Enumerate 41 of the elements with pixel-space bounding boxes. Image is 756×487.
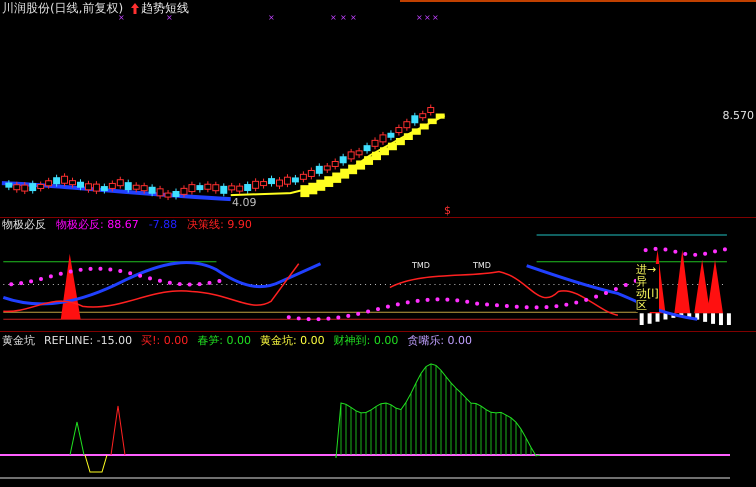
signal-marker: × [416,14,423,22]
indicator-value: 物极必反: 88.67 [56,219,139,230]
up-arrow-icon [131,2,140,14]
indicator-value: 买!: 0.00 [141,334,188,346]
signal-marker: × [330,14,337,22]
signal-peak [694,260,710,314]
signal-marker: × [432,14,439,22]
chart-title: 川润股份(日线,前复权) [2,2,124,14]
signal-spike [110,406,126,456]
trend-block [340,168,350,179]
signal-marker: × [340,14,347,22]
signal-tag: TMD [412,262,430,270]
indicator-value: 财神到: 0.00 [334,334,398,346]
signal-spike [70,422,84,456]
indicator-name: 趋势短线 [141,2,190,14]
price-label: 8.570 [722,110,754,121]
side-label: 区 [636,300,659,312]
signal-tag: TMD [473,262,491,270]
panel-name: 物极必反 [2,219,46,230]
signal-marker: × [268,14,275,22]
indicator-value: 春笋: 0.00 [197,334,251,346]
side-label: 动[l] [636,288,659,300]
price-label: 4.09 [232,197,256,208]
signal-marker: × [166,14,173,22]
indicator-value: -7.88 [148,219,178,230]
signal-marker: × [118,14,125,22]
indicator-value: 贪嘴乐: 0.00 [407,334,472,346]
indicator-value: 决策线: 9.90 [187,219,252,230]
side-label: 异 [636,276,659,288]
indicator-value: 黄金坑: 0.00 [260,334,325,346]
signal-peak [707,260,723,314]
side-label: 进→ [636,264,659,276]
refline-value: REFLINE: -15.00 [44,334,132,346]
signal-peak [674,250,690,314]
signal-marker: × [424,14,431,22]
signal-mark: $ [444,205,451,216]
signal-marker: × [350,14,357,22]
trend-block [300,185,310,198]
panel-name: 黄金坑 [2,334,35,346]
signal-peak [60,254,81,320]
signal-dip [84,454,108,472]
